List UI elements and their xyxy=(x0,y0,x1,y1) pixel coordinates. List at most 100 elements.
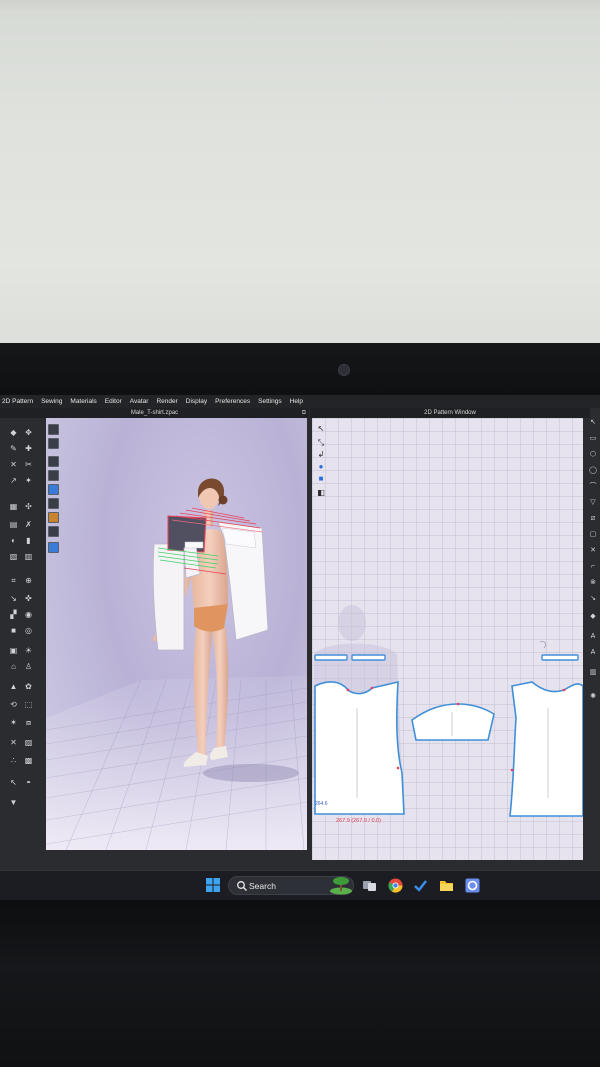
move-tool-icon[interactable]: ✥ xyxy=(24,428,33,437)
todo-icon[interactable] xyxy=(413,878,428,893)
search-icon xyxy=(237,881,247,891)
scissor-tool-icon[interactable]: ✂ xyxy=(24,460,33,469)
binding-strips[interactable] xyxy=(314,654,579,661)
right-tool-arrow-icon[interactable]: ↖ xyxy=(588,418,598,427)
menu-bar: 2D Pattern Sewing Materials Editor Avata… xyxy=(0,395,600,408)
menu-sewing[interactable]: Sewing xyxy=(41,398,62,405)
right-tool-pin-icon[interactable]: ◆ xyxy=(588,612,598,621)
taskbar: Search xyxy=(0,870,600,900)
dot-tool-icon[interactable]: ∴ xyxy=(9,756,18,765)
pattern-front[interactable] xyxy=(509,681,583,817)
floor-grid xyxy=(46,676,307,850)
fill-tool-icon[interactable]: ▩ xyxy=(24,756,33,765)
hanger-tool-icon[interactable]: ⌂ xyxy=(9,662,18,671)
line-tool-icon[interactable]: ✕ xyxy=(9,738,18,747)
light-tool-icon[interactable]: ☀ xyxy=(24,646,33,655)
search-label: Search xyxy=(249,881,276,891)
right-tool-fold-icon[interactable]: ⧄ xyxy=(588,514,598,523)
menu-display[interactable]: Display xyxy=(186,398,207,405)
right-tool-curve-icon[interactable]: ⌒ xyxy=(588,482,598,491)
menu-preferences[interactable]: Preferences xyxy=(215,398,250,405)
pattern-back[interactable] xyxy=(314,680,405,815)
shoe-tool-icon[interactable]: ▲ xyxy=(9,682,18,691)
avatar-shadow xyxy=(203,764,299,782)
button-tool-icon[interactable]: ◐ xyxy=(9,536,18,545)
armband-piece[interactable] xyxy=(184,541,204,549)
point-tool-icon[interactable]: ✶ xyxy=(9,718,18,727)
2d-pattern-window: 2D Pattern Window ↖ ⤡ ↲ ● ■ ◧ 264.6 267.… xyxy=(310,408,600,870)
print-tool-icon[interactable]: ■ xyxy=(9,626,18,635)
right-tool-seam-icon[interactable]: ⌐ xyxy=(588,562,598,571)
grid-tool-icon[interactable]: ▦ xyxy=(9,502,18,511)
trim-tool-icon[interactable]: ▥ xyxy=(24,552,33,561)
right-tool-text-icon[interactable]: A xyxy=(588,632,598,641)
refresh-tool-icon[interactable]: ◓ xyxy=(24,778,33,787)
restore-window-icon[interactable]: ⧉ xyxy=(302,408,306,418)
file-explorer-icon[interactable] xyxy=(439,878,454,893)
menu-help[interactable]: Help xyxy=(290,398,303,405)
segment-tool-icon[interactable]: ▤ xyxy=(9,520,18,529)
cross-tool-icon[interactable]: ✜ xyxy=(24,594,33,603)
select-tool-icon[interactable]: ◆ xyxy=(9,428,18,437)
ceiling-edge xyxy=(0,0,600,14)
menu-render[interactable]: Render xyxy=(156,398,177,405)
ruler-tool-icon[interactable]: ⊕ xyxy=(24,576,33,585)
3d-window-title-text: Male_T-shirt.zpac xyxy=(130,410,179,416)
pleat-tool-icon[interactable]: ▞ xyxy=(9,610,18,619)
monitor-bezel-bottom xyxy=(0,900,600,1067)
length-readout: 264.6 xyxy=(315,801,328,807)
segment-length-readout: 267.9 (267.9 / 0.0) xyxy=(336,818,381,824)
right-tool-offset-icon[interactable]: ▢ xyxy=(588,530,598,539)
menu-materials[interactable]: Materials xyxy=(70,398,96,405)
wall-background xyxy=(0,0,600,352)
symmetry-tool-icon[interactable]: ⟲ xyxy=(9,700,18,709)
clo3d-icon[interactable] xyxy=(465,878,480,893)
2d-window-title: 2D Pattern Window xyxy=(310,408,590,418)
wire-tool-icon[interactable]: ⧈ xyxy=(24,718,33,727)
weather-icon[interactable] xyxy=(328,875,354,895)
screen: 2D Pattern Sewing Materials Editor Avata… xyxy=(0,395,600,900)
export-tool-icon[interactable]: ▼ xyxy=(9,798,18,807)
tape-tool-icon[interactable]: ↘ xyxy=(9,594,18,603)
2d-pattern-canvas[interactable]: ↖ ⤡ ↲ ● ■ ◧ 264.6 267.9 (267.9 / 0.0) xyxy=(312,418,583,860)
right-tool-settings-icon[interactable]: ✺ xyxy=(588,692,598,701)
measure-tool-icon[interactable]: ⌗ xyxy=(9,576,18,585)
brush-tool-icon[interactable]: ✎ xyxy=(9,444,18,453)
menu-editor[interactable]: Editor xyxy=(105,398,122,405)
right-tool-pleat-icon[interactable]: ↘ xyxy=(588,594,598,603)
right-tool-slash-icon[interactable]: ✕ xyxy=(588,546,598,555)
cursor-tool-icon[interactable]: ↖ xyxy=(9,778,18,787)
menu-2d-pattern[interactable]: 2D Pattern xyxy=(2,398,33,405)
right-tool-dart-icon[interactable]: ▽ xyxy=(588,498,598,507)
windows-start-icon[interactable] xyxy=(205,877,221,893)
pose-tool-icon[interactable]: ✿ xyxy=(24,682,33,691)
zipper-tool-icon[interactable]: ▮ xyxy=(24,536,33,545)
graphic-tool-icon[interactable]: ◎ xyxy=(24,626,33,635)
right-tool-circle-icon[interactable]: ◯ xyxy=(588,466,598,475)
task-view-icon[interactable] xyxy=(362,878,377,893)
right-tool-grade-icon[interactable]: ▥ xyxy=(588,668,598,677)
lock-tool-icon[interactable]: ✦ xyxy=(24,476,33,485)
right-tool-rect-icon[interactable]: ▭ xyxy=(588,434,598,443)
pattern-sleeve[interactable] xyxy=(411,703,495,741)
fur-tool-icon[interactable]: ◉ xyxy=(24,610,33,619)
3d-viewport[interactable] xyxy=(46,418,307,850)
texture-tool-icon[interactable]: ▧ xyxy=(9,552,18,561)
menu-avatar[interactable]: Avatar xyxy=(130,398,149,405)
right-tool-sew-icon[interactable]: ⊗ xyxy=(588,578,598,587)
3d-window-title: Male_T-shirt.zpac ⧉ xyxy=(0,408,309,418)
fold-tool-icon[interactable]: ✕ xyxy=(9,460,18,469)
pin-tool-icon[interactable]: ✚ xyxy=(24,444,33,453)
mannequin-tool-icon[interactable]: ♙ xyxy=(24,662,33,671)
chrome-icon[interactable] xyxy=(388,878,403,893)
right-tool-polygon-icon[interactable]: ⬡ xyxy=(588,450,598,459)
box-tool-icon[interactable]: ▨ xyxy=(24,738,33,747)
stitch-tool-icon[interactable]: ✣ xyxy=(24,502,33,511)
arrange-tool-icon[interactable]: ⬚ xyxy=(24,700,33,709)
camera-tool-icon[interactable]: ▣ xyxy=(9,646,18,655)
monitor-bezel-top xyxy=(0,343,600,395)
needle-tool-icon[interactable]: ↗ xyxy=(9,476,18,485)
menu-settings[interactable]: Settings xyxy=(258,398,282,405)
sew-tool-icon[interactable]: ✗ xyxy=(24,520,33,529)
right-tool-text-edit-icon[interactable]: A xyxy=(588,648,598,657)
